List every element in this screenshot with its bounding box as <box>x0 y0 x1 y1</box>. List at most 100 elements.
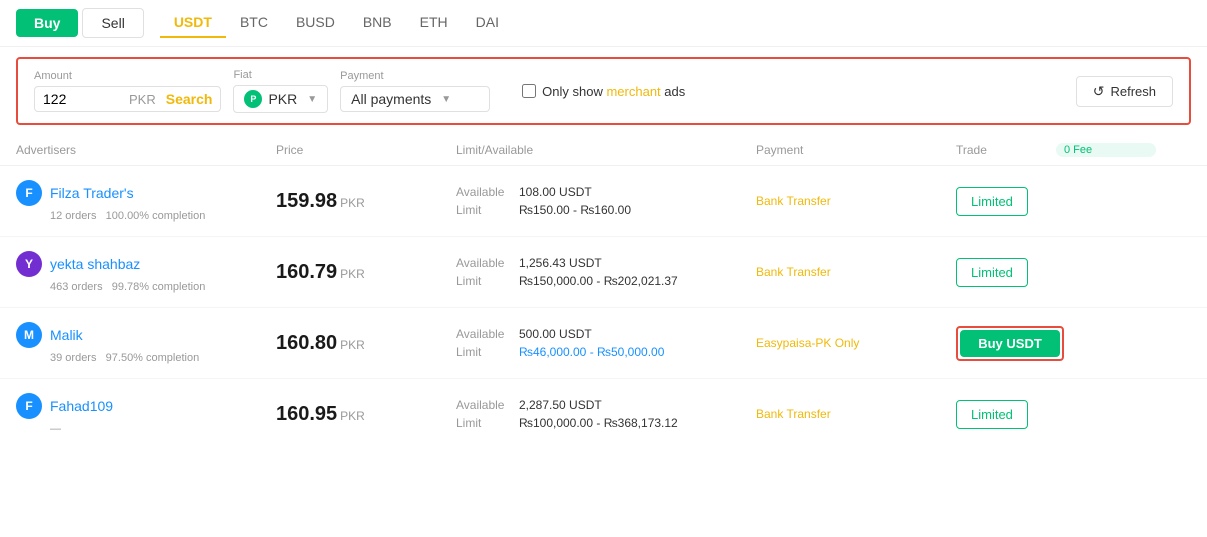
payment-method: Bank Transfer <box>756 265 956 279</box>
payment-method: Bank Transfer <box>756 194 956 208</box>
limit-value: ₨150,000.00 - ₨202,021.37 <box>519 274 678 288</box>
payment-filter-group: Payment All payments ▼ <box>340 70 490 112</box>
chevron-down-icon-2: ▼ <box>441 94 451 105</box>
tab-bnb[interactable]: BNB <box>349 8 406 38</box>
available-value: 1,256.43 USDT <box>519 256 602 270</box>
avatar: F <box>16 180 42 206</box>
amount-input[interactable] <box>43 91 123 107</box>
available-value: 2,287.50 USDT <box>519 398 602 412</box>
available-row: Available 1,256.43 USDT <box>456 256 756 270</box>
available-row: Available 2,287.50 USDT <box>456 398 756 412</box>
fiat-label: Fiat <box>233 69 328 81</box>
chevron-down-icon: ▼ <box>307 94 317 105</box>
advertiser-name[interactable]: Malik <box>50 327 83 343</box>
limit-value: ₨100,000.00 - ₨368,173.12 <box>519 416 678 430</box>
trade-cell: Buy USDT <box>956 326 1056 361</box>
orders-count: — <box>50 423 61 435</box>
available-value: 500.00 USDT <box>519 327 592 341</box>
completion-rate: 99.78% completion <box>112 281 206 293</box>
available-value: 108.00 USDT <box>519 185 592 199</box>
rows-container: F Filza Trader's 12 orders 100.00% compl… <box>0 166 1207 449</box>
sell-tab-button[interactable]: Sell <box>82 8 143 38</box>
limit-label: Limit <box>456 416 511 430</box>
price-unit: PKR <box>340 267 365 281</box>
limit-cell: Available 108.00 USDT Limit ₨150.00 - ₨1… <box>456 185 756 217</box>
price-unit: PKR <box>340 338 365 352</box>
trade-cell: Limited <box>956 400 1056 429</box>
trade-cell: Limited <box>956 258 1056 287</box>
limit-row: Limit ₨46,000.00 - ₨50,000.00 <box>456 345 756 359</box>
orders-count: 463 orders <box>50 281 103 293</box>
amount-label: Amount <box>34 70 221 82</box>
tab-usdt[interactable]: USDT <box>160 8 226 38</box>
payment-label: Payment <box>340 70 490 82</box>
col-advertisers: Advertisers <box>16 143 276 157</box>
col-price: Price <box>276 143 456 157</box>
refresh-label: Refresh <box>1110 84 1156 99</box>
limit-label: Limit <box>456 345 511 359</box>
limit-label: Limit <box>456 274 511 288</box>
limited-button[interactable]: Limited <box>956 258 1028 287</box>
avatar: Y <box>16 251 42 277</box>
tab-busd[interactable]: BUSD <box>282 8 349 38</box>
limited-button[interactable]: Limited <box>956 187 1028 216</box>
price-unit: PKR <box>340 409 365 423</box>
fiat-filter-group: Fiat P PKR ▼ <box>233 69 328 113</box>
currency-tabs: USDT BTC BUSD BNB ETH DAI <box>160 8 513 38</box>
advertiser-info: F Fahad109 — <box>16 393 276 435</box>
available-label: Available <box>456 256 511 270</box>
advertiser-top: F Filza Trader's <box>16 180 276 206</box>
buy-usdt-button[interactable]: Buy USDT <box>960 330 1060 357</box>
price-cell: 159.98PKR <box>276 190 456 213</box>
payment-select[interactable]: All payments ▼ <box>340 86 490 112</box>
refresh-icon: ↺ <box>1093 83 1105 100</box>
price-cell: 160.95PKR <box>276 403 456 426</box>
merchant-checkbox[interactable] <box>522 84 536 98</box>
completion-rate: 100.00% completion <box>106 210 206 222</box>
advertiser-stats: 12 orders 100.00% completion <box>16 210 276 222</box>
advertiser-top: Y yekta shahbaz <box>16 251 276 277</box>
amount-filter-group: Amount PKR Search <box>34 70 221 112</box>
limit-label: Limit <box>456 203 511 217</box>
limit-value: ₨46,000.00 - ₨50,000.00 <box>519 345 664 359</box>
limit-row: Limit ₨100,000.00 - ₨368,173.12 <box>456 416 756 430</box>
advertiser-info: Y yekta shahbaz 463 orders 99.78% comple… <box>16 251 276 293</box>
top-bar: Buy Sell USDT BTC BUSD BNB ETH DAI <box>0 0 1207 47</box>
payment-method: Bank Transfer <box>756 407 956 421</box>
advertiser-info: M Malik 39 orders 97.50% completion <box>16 322 276 364</box>
fiat-select[interactable]: P PKR ▼ <box>233 85 328 113</box>
col-trade: Trade <box>956 143 1056 157</box>
advertiser-name[interactable]: Fahad109 <box>50 398 113 414</box>
refresh-button[interactable]: ↺ Refresh <box>1076 76 1173 107</box>
orders-count: 39 orders <box>50 352 96 364</box>
completion-rate: 97.50% completion <box>106 352 200 364</box>
limit-row: Limit ₨150.00 - ₨160.00 <box>456 203 756 217</box>
limited-button[interactable]: Limited <box>956 400 1028 429</box>
price-unit: PKR <box>340 196 365 210</box>
col-limit: Limit/Available <box>456 143 756 157</box>
payment-value: All payments <box>351 91 431 107</box>
tab-dai[interactable]: DAI <box>462 8 513 38</box>
tab-btc[interactable]: BTC <box>226 8 282 38</box>
avatar: F <box>16 393 42 419</box>
pkr-dot-icon: P <box>244 90 262 108</box>
limit-value: ₨150.00 - ₨160.00 <box>519 203 631 217</box>
payment-method: Easypaisa-PK Only <box>756 336 956 350</box>
advertiser-top: F Fahad109 <box>16 393 276 419</box>
table-row: F Filza Trader's 12 orders 100.00% compl… <box>0 166 1207 237</box>
advertiser-info: F Filza Trader's 12 orders 100.00% compl… <box>16 180 276 222</box>
table-row: M Malik 39 orders 97.50% completion 160.… <box>0 308 1207 379</box>
merchant-filter: Only show merchant ads <box>522 84 685 99</box>
buy-tab-button[interactable]: Buy <box>16 9 78 37</box>
advertiser-stats: 39 orders 97.50% completion <box>16 352 276 364</box>
available-label: Available <box>456 327 511 341</box>
advertiser-name[interactable]: Filza Trader's <box>50 185 134 201</box>
advertiser-name[interactable]: yekta shahbaz <box>50 256 140 272</box>
table-row: F Fahad109 — 160.95PKR Available 2,287.5… <box>0 379 1207 449</box>
fee-badge: 0 Fee <box>1056 143 1156 157</box>
search-button[interactable]: Search <box>166 91 213 107</box>
limit-cell: Available 1,256.43 USDT Limit ₨150,000.0… <box>456 256 756 288</box>
available-label: Available <box>456 398 511 412</box>
tab-eth[interactable]: ETH <box>406 8 462 38</box>
amount-input-wrap: PKR Search <box>34 86 221 112</box>
